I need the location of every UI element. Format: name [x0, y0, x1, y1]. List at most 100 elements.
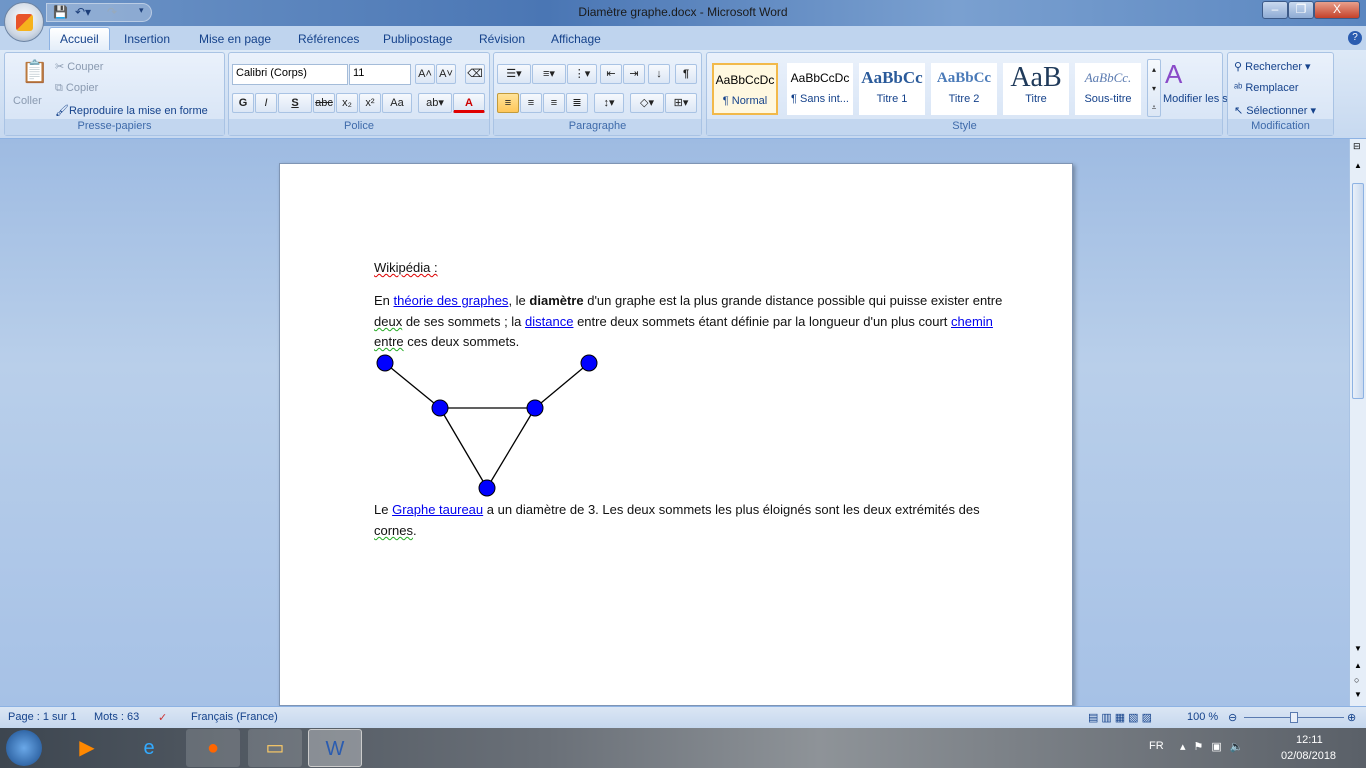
- align-center-button[interactable]: ≡: [520, 93, 542, 113]
- ruler-toggle-icon[interactable]: ⊟: [1353, 141, 1361, 152]
- borders-button[interactable]: ⊞▾: [665, 93, 697, 113]
- line-spacing-button[interactable]: ↕▾: [594, 93, 624, 113]
- word-taskbar-icon[interactable]: W: [308, 729, 362, 767]
- help-icon[interactable]: ?: [1348, 31, 1362, 45]
- italic-button[interactable]: I: [255, 93, 277, 113]
- paragraph-2-line-2: cornes.: [374, 523, 417, 538]
- tab-insertion[interactable]: Insertion: [124, 32, 170, 46]
- tab-revision[interactable]: Révision: [479, 32, 525, 46]
- undo-icon[interactable]: ↶▾: [75, 5, 91, 19]
- quick-access-toolbar: 💾 ↶▾ ↷ ▾: [46, 3, 152, 22]
- zoom-slider-thumb[interactable]: [1290, 712, 1298, 723]
- media-player-taskbar-icon[interactable]: ▶: [60, 729, 114, 767]
- office-button[interactable]: [4, 2, 44, 42]
- explorer-taskbar-icon[interactable]: ▭: [248, 729, 302, 767]
- tab-mise-en-page[interactable]: Mise en page: [199, 32, 271, 46]
- save-icon[interactable]: 💾: [53, 5, 68, 19]
- bold-button[interactable]: G: [232, 93, 254, 113]
- font-name-select[interactable]: Calibri (Corps): [232, 64, 348, 85]
- numbering-button[interactable]: ≡▾: [532, 64, 566, 84]
- graph-edge: [534, 362, 590, 409]
- tab-affichage[interactable]: Affichage: [551, 32, 601, 46]
- proofing-icon[interactable]: ✓: [158, 711, 167, 724]
- redo-icon[interactable]: ↷: [107, 5, 117, 19]
- underline-button[interactable]: S: [278, 93, 312, 113]
- language-indicator[interactable]: FR: [1149, 740, 1164, 752]
- clock-time[interactable]: 12:11: [1296, 734, 1323, 746]
- strikethrough-button[interactable]: abc: [313, 93, 335, 113]
- style-subtitle[interactable]: AaBbCc. Sous-titre: [1075, 63, 1141, 115]
- link-graphe-taureau[interactable]: Graphe taureau: [392, 502, 483, 517]
- copy-button[interactable]: ⧉ Copier: [55, 82, 98, 95]
- increase-indent-button[interactable]: ⇥: [623, 64, 645, 84]
- justify-button[interactable]: ≣: [566, 93, 588, 113]
- cut-button[interactable]: ✂ Couper: [55, 60, 103, 73]
- replace-button[interactable]: ᵃᵇ Remplacer: [1234, 82, 1299, 94]
- group-font: Calibri (Corps) 11 A˄ A˅ ⌫ G I S abc x₂ …: [228, 52, 490, 136]
- style-heading-2[interactable]: AaBbCc Titre 2: [931, 63, 997, 115]
- styles-scroll[interactable]: ▴ ▾ ⩡: [1147, 59, 1161, 117]
- multilevel-list-button[interactable]: ⋮▾: [567, 64, 597, 84]
- subscript-button[interactable]: x₂: [336, 93, 358, 113]
- grow-font-button[interactable]: A˄: [415, 64, 435, 84]
- select-button[interactable]: ↖ Sélectionner ▾: [1234, 104, 1316, 117]
- shading-button[interactable]: ◇▾: [630, 93, 664, 113]
- clear-format-button[interactable]: ⌫: [465, 64, 485, 84]
- change-case-button[interactable]: Aa: [382, 93, 412, 113]
- graph-node: [580, 354, 598, 372]
- view-buttons[interactable]: ▤▥▦▧▨: [1088, 711, 1155, 724]
- vertical-scrollbar[interactable]: ⊟ ▲ ▼ ▲ ○ ▼: [1349, 139, 1366, 706]
- paste-button[interactable]: Coller: [13, 95, 42, 107]
- next-page-button[interactable]: ▼: [1354, 690, 1362, 699]
- group-label: Paragraphe: [494, 119, 701, 135]
- clock-date[interactable]: 02/08/2018: [1281, 750, 1336, 762]
- group-label: Modification: [1228, 119, 1333, 135]
- superscript-button[interactable]: x²: [359, 93, 381, 113]
- zoom-level[interactable]: 100 %: [1187, 711, 1218, 723]
- sort-button[interactable]: ↓: [648, 64, 670, 84]
- graph-node: [526, 399, 544, 417]
- close-button[interactable]: X: [1314, 1, 1360, 19]
- decrease-indent-button[interactable]: ⇤: [600, 64, 622, 84]
- browse-object-button[interactable]: ○: [1354, 675, 1359, 685]
- graph-edge: [486, 407, 536, 489]
- scrollbar-thumb[interactable]: [1352, 183, 1364, 399]
- bullets-button[interactable]: ☰▾: [497, 64, 531, 84]
- cursor-icon: ↖: [1234, 105, 1247, 117]
- tab-publipostage[interactable]: Publipostage: [383, 32, 452, 46]
- customize-qat-icon[interactable]: ▾: [139, 5, 144, 16]
- tab-accueil[interactable]: Accueil: [49, 27, 110, 51]
- zoom-out-button[interactable]: ⊖: [1228, 711, 1237, 724]
- internet-explorer-taskbar-icon[interactable]: e: [122, 729, 176, 767]
- document-page[interactable]: Wikipédia : En théorie des graphes, le d…: [279, 163, 1073, 706]
- group-editing: ⚲ Rechercher ▾ ᵃᵇ Remplacer ↖ Sélectionn…: [1227, 52, 1334, 136]
- tray-icons[interactable]: ▴⚑▣🔈: [1180, 740, 1251, 753]
- scissors-icon: ✂: [55, 61, 68, 73]
- page-count[interactable]: Page : 1 sur 1: [8, 711, 77, 723]
- style-normal[interactable]: AaBbCcDc ¶ Normal: [712, 63, 778, 115]
- word-count[interactable]: Mots : 63: [94, 711, 139, 723]
- scroll-down-arrow[interactable]: ▼: [1354, 644, 1362, 653]
- bull-graph-image: [376, 354, 598, 497]
- highlight-button[interactable]: ab▾: [418, 93, 452, 113]
- style-no-spacing[interactable]: AaBbCcDc ¶ Sans int...: [787, 63, 853, 115]
- restore-button[interactable]: ❐: [1288, 1, 1314, 19]
- find-button[interactable]: ⚲ Rechercher ▾: [1234, 60, 1311, 73]
- style-title[interactable]: AaB Titre: [1003, 63, 1069, 115]
- zoom-in-button[interactable]: ⊕: [1347, 711, 1356, 724]
- show-formatting-button[interactable]: ¶: [675, 64, 697, 84]
- previous-page-button[interactable]: ▲: [1354, 661, 1362, 670]
- minimize-button[interactable]: –: [1262, 1, 1288, 19]
- align-left-button[interactable]: ≡: [497, 93, 519, 113]
- scroll-up-arrow[interactable]: ▲: [1354, 161, 1362, 170]
- font-color-button[interactable]: A: [453, 93, 485, 113]
- start-button[interactable]: [6, 730, 42, 766]
- font-size-select[interactable]: 11: [349, 64, 411, 85]
- language[interactable]: Français (France): [191, 711, 278, 723]
- style-heading-1[interactable]: AaBbCc Titre 1: [859, 63, 925, 115]
- format-painter-button[interactable]: 🖌Reproduire la mise en forme: [55, 104, 208, 117]
- tab-references[interactable]: Références: [298, 32, 359, 46]
- shrink-font-button[interactable]: A˅: [436, 64, 456, 84]
- align-right-button[interactable]: ≡: [543, 93, 565, 113]
- firefox-taskbar-icon[interactable]: ●: [186, 729, 240, 767]
